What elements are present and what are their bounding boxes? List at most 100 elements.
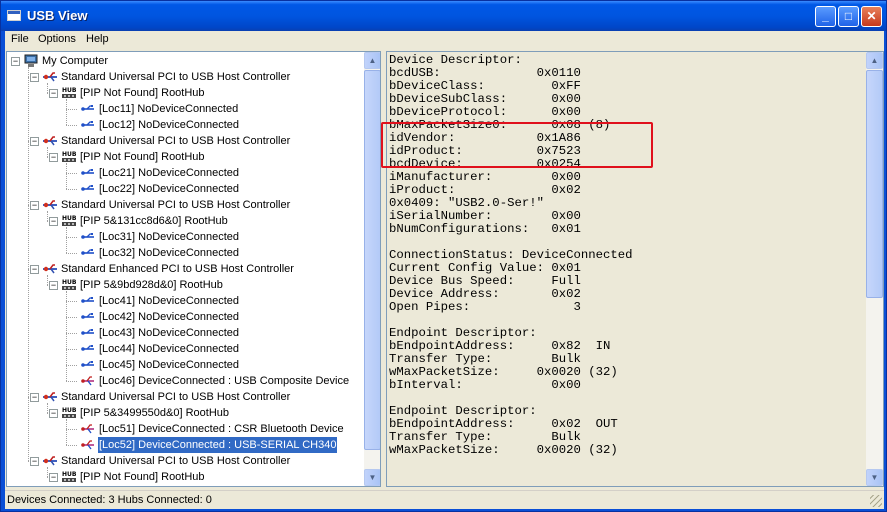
- menu-options[interactable]: Options: [38, 33, 76, 45]
- tree-node[interactable]: [Loc45] NoDeviceConnected: [7, 357, 363, 373]
- tree-connector: [66, 237, 77, 238]
- tree-node[interactable]: − Standard Universal PCI to USB Host Cont…: [7, 389, 363, 405]
- tree-connector: [66, 317, 77, 318]
- title-bar[interactable]: USB View _ □ ✕: [1, 1, 886, 31]
- usb-port-icon: [80, 342, 96, 356]
- resize-grip-icon[interactable]: [870, 495, 882, 507]
- tree-node-label: [Loc52] DeviceConnected : USB-SERIAL CH3…: [98, 437, 338, 453]
- status-text: Devices Connected: 3 Hubs Connected: 0: [7, 494, 212, 506]
- close-button[interactable]: ✕: [861, 6, 882, 27]
- tree-node[interactable]: [Loc44] NoDeviceConnected: [7, 341, 363, 357]
- tree-node[interactable]: [Loc46] DeviceConnected : USB Composite …: [7, 373, 363, 389]
- tree-expander-icon[interactable]: −: [49, 473, 58, 482]
- tree-node[interactable]: [Loc52] DeviceConnected : USB-SERIAL CH3…: [7, 437, 363, 453]
- menu-options-label: Options: [38, 33, 76, 45]
- usb-port-icon: [80, 294, 96, 308]
- detail-scroll-thumb[interactable]: [866, 70, 883, 298]
- usb-port-icon: [80, 182, 96, 196]
- tree-scroll-up-button[interactable]: ▲: [364, 52, 380, 69]
- menu-help-label: Help: [86, 33, 109, 45]
- tree-expander-icon[interactable]: −: [30, 201, 39, 210]
- tree-node-label: [Loc51] DeviceConnected : CSR Bluetooth …: [99, 423, 344, 435]
- minimize-button[interactable]: _: [815, 6, 836, 27]
- descriptor-line: wMaxPacketSize: 0x0020 (32): [389, 443, 618, 457]
- tree-node[interactable]: [Loc41] NoDeviceConnected: [7, 293, 363, 309]
- tree-expander-icon[interactable]: −: [11, 57, 20, 66]
- tree-node-label: My Computer: [42, 55, 109, 67]
- tree-node[interactable]: − Standard Universal PCI to USB Host Cont…: [7, 197, 363, 213]
- tree-node-label: [Loc42] NoDeviceConnected: [99, 311, 240, 323]
- tree-scroll-thumb[interactable]: [364, 70, 380, 450]
- tree-node[interactable]: [Loc21] NoDeviceConnected: [7, 165, 363, 181]
- tree-expander-icon[interactable]: −: [30, 265, 39, 274]
- tree-node-label: [Loc31] NoDeviceConnected: [99, 231, 240, 243]
- usb-port-icon: [80, 326, 96, 340]
- detail-scrollbar[interactable]: ▲ ▼: [866, 52, 883, 486]
- descriptor-text: Device Descriptor: bcdUSB: 0x0110 bDeviceC…: [389, 54, 864, 484]
- tree-node[interactable]: [Loc42] NoDeviceConnected: [7, 309, 363, 325]
- svg-text:HUB: HUB: [62, 279, 77, 286]
- window-title: USB View: [27, 8, 88, 23]
- tree-node[interactable]: [Loc11] NoDeviceConnected: [7, 101, 363, 117]
- tree-scroll-down-button[interactable]: ▼: [364, 469, 380, 486]
- hub-icon: HUB: [61, 150, 77, 164]
- tree-expander-icon[interactable]: −: [49, 89, 58, 98]
- tree-expander-icon[interactable]: −: [30, 137, 39, 146]
- tree-node[interactable]: [Loc32] NoDeviceConnected: [7, 245, 363, 261]
- tree-node[interactable]: − HUB [PIP Not Found] RootHub: [7, 85, 363, 101]
- tree-expander-icon[interactable]: −: [30, 73, 39, 82]
- tree-node[interactable]: − HUB [PIP 5&131cc8d6&0] RootHub: [7, 213, 363, 229]
- tree-scrollbar[interactable]: ▲ ▼: [364, 52, 380, 486]
- hub-icon: HUB: [61, 406, 77, 420]
- maximize-button[interactable]: □: [838, 6, 859, 27]
- tree-connector: [66, 349, 77, 350]
- tree-node[interactable]: [Loc43] NoDeviceConnected: [7, 325, 363, 341]
- detail-scroll-down-button[interactable]: ▼: [866, 469, 883, 486]
- tree-expander-icon[interactable]: −: [49, 217, 58, 226]
- tree-connector: [66, 381, 77, 382]
- tree-node-label: Standard Enhanced PCI to USB Host Contro…: [61, 263, 294, 275]
- tree-node-label: [PIP Not Found] RootHub: [80, 87, 205, 99]
- descriptor-detail-pane: Device Descriptor: bcdUSB: 0x0110 bDeviceC…: [386, 51, 884, 487]
- tree-node-label: Standard Universal PCI to USB Host Contr…: [61, 71, 291, 83]
- tree-node[interactable]: − HUB [PIP Not Found] RootHub: [7, 469, 363, 485]
- tree-node[interactable]: [Loc22] NoDeviceConnected: [7, 181, 363, 197]
- tree-node-label: Standard Universal PCI to USB Host Contr…: [61, 199, 291, 211]
- tree-node[interactable]: − Standard Universal PCI to USB Host Cont…: [7, 453, 363, 469]
- tree-expander-icon[interactable]: −: [49, 281, 58, 290]
- detail-scroll-up-button[interactable]: ▲: [866, 52, 883, 69]
- tree-node-label: [Loc44] NoDeviceConnected: [99, 343, 240, 355]
- tree-node[interactable]: [Loc51] DeviceConnected : CSR Bluetooth …: [7, 421, 363, 437]
- svg-text:HUB: HUB: [62, 407, 77, 414]
- tree-node[interactable]: − Standard Enhanced PCI to USB Host Contr…: [7, 261, 363, 277]
- tree-node[interactable]: − My Computer: [7, 53, 363, 69]
- usb-controller-icon: [42, 134, 58, 148]
- tree-node[interactable]: − Standard Universal PCI to USB Host Cont…: [7, 133, 363, 149]
- tree-node[interactable]: − HUB [PIP 5&9bd928d&0] RootHub: [7, 277, 363, 293]
- tree-node[interactable]: [Loc31] NoDeviceConnected: [7, 229, 363, 245]
- usb-port-icon: [80, 166, 96, 180]
- hub-icon: HUB: [61, 86, 77, 100]
- usb-port-icon: [80, 310, 96, 324]
- application-window: USB View _ □ ✕ File Options Help − My Com…: [0, 0, 887, 512]
- usb-controller-icon: [42, 70, 58, 84]
- tree-expander-icon[interactable]: −: [30, 457, 39, 466]
- menu-help[interactable]: Help: [86, 33, 109, 45]
- tree-expander-icon[interactable]: −: [30, 393, 39, 402]
- tree-expander-icon[interactable]: −: [49, 153, 58, 162]
- usb-controller-icon: [42, 262, 58, 276]
- tree-node[interactable]: − HUB [PIP 5&3499550d&0] RootHub: [7, 405, 363, 421]
- descriptor-line: bInterval: 0x00: [389, 378, 581, 392]
- menu-file[interactable]: File: [11, 33, 29, 45]
- tree-node-label: [Loc43] NoDeviceConnected: [99, 327, 240, 339]
- tree-node-label: [Loc46] DeviceConnected : USB Composite …: [99, 375, 350, 387]
- tree-node[interactable]: − HUB [PIP Not Found] RootHub: [7, 149, 363, 165]
- usb-port-icon: [80, 118, 96, 132]
- tree-node[interactable]: [Loc12] NoDeviceConnected: [7, 117, 363, 133]
- tree-connector: [66, 125, 77, 126]
- tree-node[interactable]: − Standard Universal PCI to USB Host Cont…: [7, 69, 363, 85]
- svg-text:HUB: HUB: [62, 87, 77, 94]
- tree-node-label: [PIP 5&9bd928d&0] RootHub: [80, 279, 223, 291]
- tree-expander-icon[interactable]: −: [49, 409, 58, 418]
- tree-node-label: [Loc21] NoDeviceConnected: [99, 167, 240, 179]
